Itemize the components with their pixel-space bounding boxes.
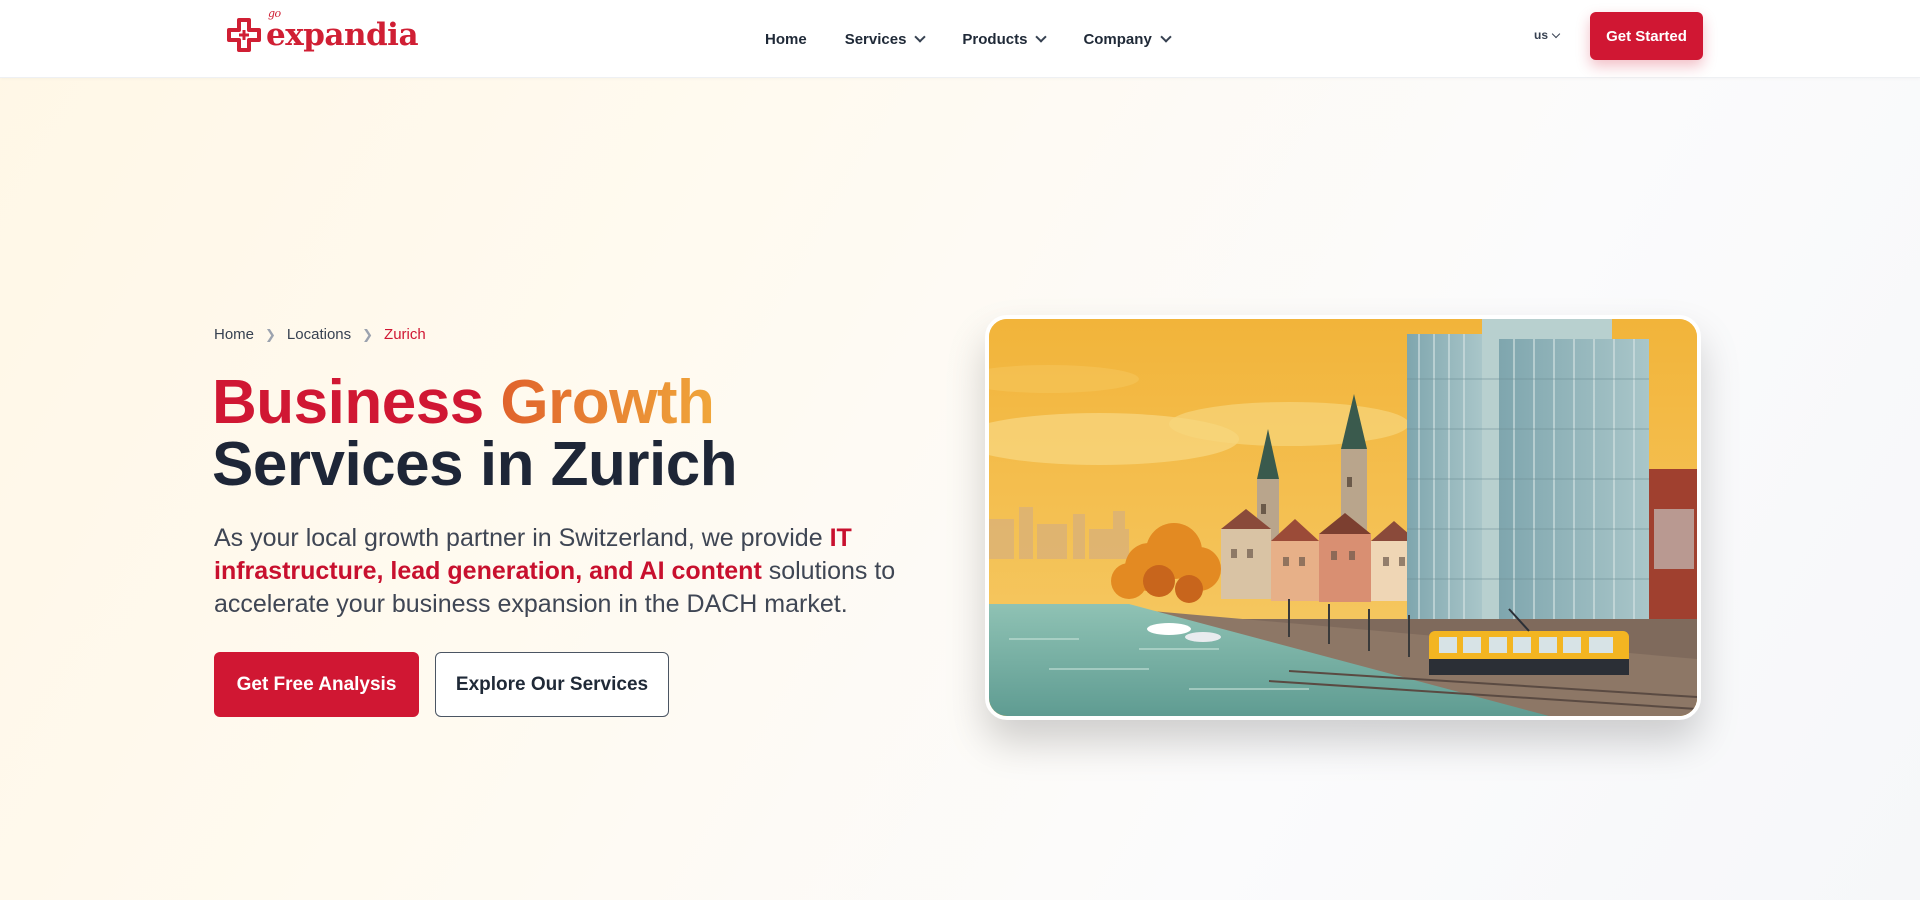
chevron-right-icon: ❯ (265, 326, 276, 342)
chevron-down-icon (1160, 31, 1172, 43)
headline-word-growth: Growth (500, 368, 715, 437)
nav-products[interactable]: Products (962, 30, 1048, 48)
site-header: go expandia Home Services Products Compa… (0, 0, 1920, 78)
get-started-button[interactable]: Get Started (1590, 12, 1703, 60)
nav-services[interactable]: Services (844, 30, 927, 48)
language-selector[interactable]: us (1534, 28, 1561, 42)
logo[interactable]: go expandia (226, 7, 419, 58)
logo-wordmark: go expandia (266, 7, 419, 53)
nav-company[interactable]: Company (1083, 30, 1172, 48)
breadcrumb-current: Zurich (384, 326, 426, 343)
nav-home[interactable]: Home (765, 31, 807, 48)
cross-logo-icon (227, 18, 261, 52)
nav-home-label: Home (765, 30, 807, 48)
chevron-down-icon (914, 31, 927, 43)
lead-text-before: As your local growth partner in Switzerl… (214, 524, 830, 552)
chevron-down-icon (1035, 31, 1048, 43)
headline-line-2: Services in Zurich (212, 430, 738, 499)
main-nav: Home Services Products Company (765, 0, 1208, 78)
headline-line-1: Business Growth (212, 372, 737, 434)
chevron-right-icon: ❯ (362, 326, 374, 342)
headline-word-business: Business (212, 368, 484, 437)
language-label: us (1534, 28, 1549, 42)
explore-services-button[interactable]: Explore Our Services (435, 652, 669, 717)
logo-tag: go (268, 7, 281, 20)
chevron-down-icon (1551, 29, 1561, 38)
zurich-illustration (985, 315, 1701, 720)
nav-company-label: Company (1083, 30, 1152, 48)
zurich-illustration-svg (989, 319, 1697, 716)
breadcrumb-home[interactable]: Home (214, 326, 254, 343)
breadcrumb: Home ❯ Locations ❯ Zurich (214, 326, 426, 343)
nav-products-label: Products (962, 30, 1028, 48)
get-free-analysis-button[interactable]: Get Free Analysis (214, 652, 419, 717)
hero-description: As your local growth partner in Switzerl… (214, 522, 914, 621)
logo-brand: expandia (266, 17, 419, 53)
breadcrumb-locations[interactable]: Locations (287, 326, 351, 343)
nav-services-label: Services (844, 30, 907, 48)
page-title: Business Growth Services in Zurich (212, 372, 738, 499)
